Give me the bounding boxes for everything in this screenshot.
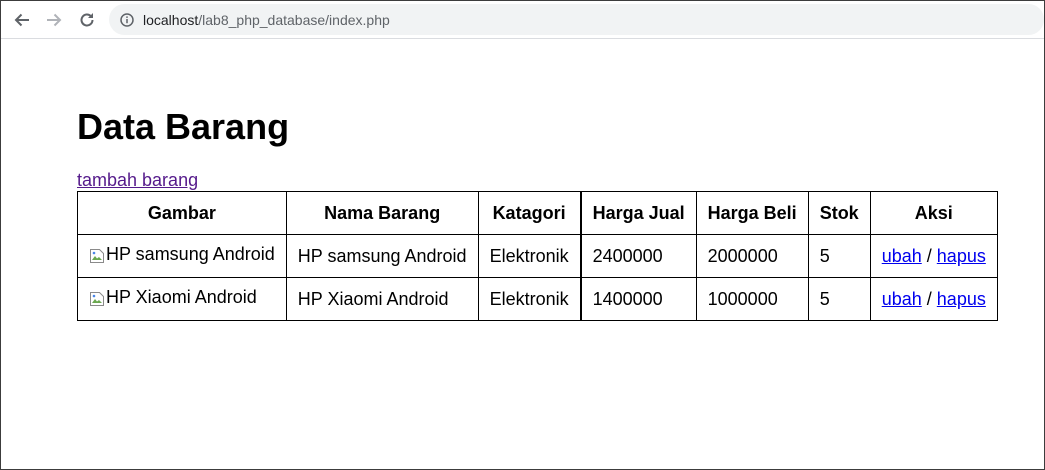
info-icon[interactable]	[120, 12, 134, 27]
reload-button[interactable]	[74, 7, 100, 33]
header-nama-barang: Nama Barang	[285, 191, 479, 235]
header-aksi: Aksi	[869, 191, 998, 235]
product-image: HP Xiaomi Android	[89, 287, 257, 308]
header-katagori: Katagori	[477, 191, 582, 235]
browser-toolbar: localhost/lab8_php_database/index.php	[1, 1, 1044, 39]
broken-image-icon	[89, 291, 105, 307]
action-separator: /	[926, 245, 932, 266]
page-content: Data Barang tambah barang Gambar Nama Ba…	[77, 41, 1037, 321]
cell-harga-jual: 2400000	[579, 234, 697, 278]
header-harga-beli: Harga Beli	[695, 191, 809, 235]
edit-link[interactable]: ubah	[882, 289, 922, 309]
items-table: Gambar Nama Barang Katagori Harga Jual H…	[77, 191, 998, 321]
cell-harga-beli: 2000000	[695, 234, 809, 278]
cell-stok: 5	[807, 234, 871, 278]
header-gambar: Gambar	[77, 191, 287, 235]
cell-aksi: ubah / hapus	[869, 277, 998, 321]
delete-link[interactable]: hapus	[937, 289, 986, 309]
reload-icon	[80, 13, 94, 27]
page-title: Data Barang	[77, 106, 290, 147]
cell-harga-beli: 1000000	[695, 277, 809, 321]
image-alt-text: HP Xiaomi Android	[106, 287, 257, 308]
cell-stok: 5	[807, 277, 871, 321]
add-item-link[interactable]: tambah barang	[77, 169, 198, 191]
cell-gambar: HP Xiaomi Android	[77, 277, 287, 321]
cell-gambar: HP samsung Android	[77, 234, 287, 278]
cell-katagori: Elektronik	[477, 277, 582, 321]
header-harga-jual: Harga Jual	[579, 191, 697, 235]
cell-harga-jual: 1400000	[579, 277, 697, 321]
address-bar[interactable]: localhost/lab8_php_database/index.php	[109, 4, 1044, 35]
forward-button[interactable]	[41, 7, 67, 33]
cell-katagori: Elektronik	[477, 234, 582, 278]
arrow-left-icon	[14, 13, 29, 27]
cell-aksi: ubah / hapus	[869, 234, 998, 278]
cell-nama-barang: HP samsung Android	[285, 234, 479, 278]
url-host: localhost	[143, 11, 199, 28]
header-stok: Stok	[807, 191, 871, 235]
image-alt-text: HP samsung Android	[106, 244, 275, 265]
broken-image-icon	[89, 248, 105, 264]
url-text[interactable]: localhost/lab8_php_database/index.php	[143, 12, 390, 28]
action-separator: /	[926, 288, 932, 309]
table-row: HP samsung Android HP samsung Android El…	[77, 234, 998, 278]
cell-nama-barang: HP Xiaomi Android	[285, 277, 479, 321]
back-button[interactable]	[9, 7, 35, 33]
edit-link[interactable]: ubah	[882, 246, 922, 266]
table-row: HP Xiaomi Android HP Xiaomi Android Elek…	[77, 277, 998, 321]
delete-link[interactable]: hapus	[937, 246, 986, 266]
table-header-row: Gambar Nama Barang Katagori Harga Jual H…	[77, 191, 998, 235]
url-path: /lab8_php_database/index.php	[198, 11, 390, 28]
arrow-right-icon	[47, 13, 62, 27]
product-image: HP samsung Android	[89, 244, 275, 265]
